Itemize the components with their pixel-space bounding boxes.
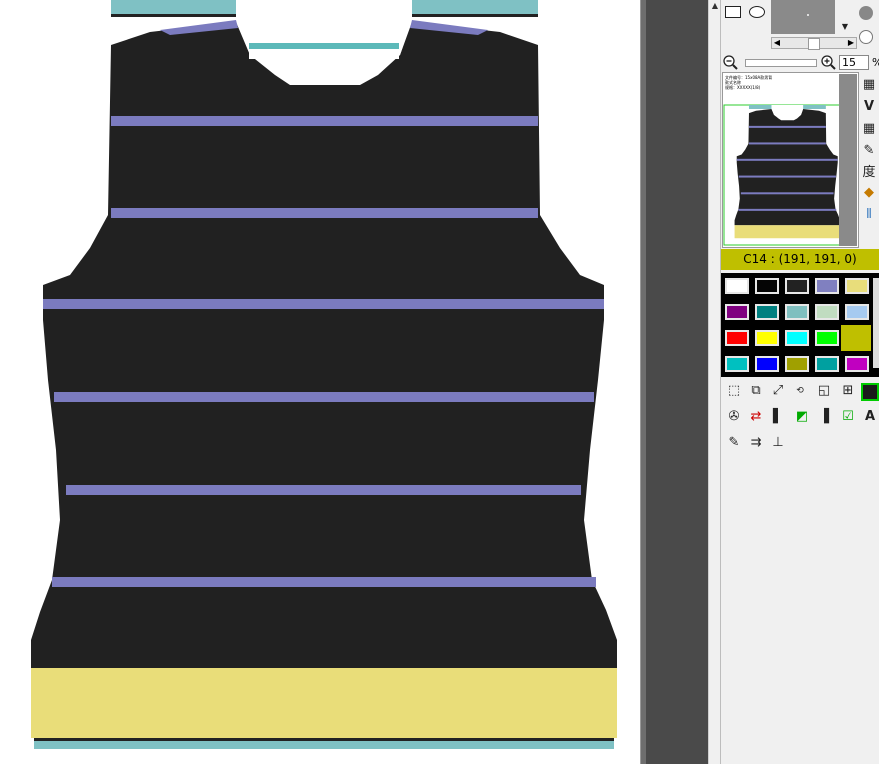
- brush-icon[interactable]: ✎: [860, 142, 878, 160]
- zoom-input[interactable]: 15: [839, 55, 869, 70]
- color-status-bar: C14 : (191, 191, 0): [721, 249, 879, 270]
- workspace-background: [646, 0, 708, 764]
- palette-swatch[interactable]: [785, 278, 809, 294]
- right-tool-panel: ▼ ◀ ▶ 15 % 文件编号：15x08A款男背 款式名称 规格：XXXXX(…: [721, 0, 879, 764]
- grid-split-icon[interactable]: ⊞: [839, 382, 857, 400]
- thumbnail-stripe-5: [740, 192, 834, 195]
- rotate-360-icon[interactable]: ⟲: [791, 382, 809, 400]
- palette-swatch[interactable]: [725, 278, 749, 294]
- pattern-preview-swatch[interactable]: [771, 0, 835, 34]
- color-fill-icon[interactable]: [861, 383, 879, 401]
- palette-swatch[interactable]: [815, 304, 839, 320]
- grid-icon[interactable]: ▦: [860, 76, 878, 94]
- thumbnail-stripe-6: [738, 208, 837, 211]
- stripe-4: [54, 392, 594, 402]
- zoom-controls: 15 %: [721, 54, 879, 72]
- palette-swatch[interactable]: [755, 330, 779, 346]
- hem-edge: [34, 738, 614, 741]
- bars-icon[interactable]: ⦀: [860, 206, 878, 224]
- stripe-2: [111, 208, 538, 218]
- paint-bucket-icon[interactable]: ✇: [725, 408, 743, 426]
- thumbnail-stripe-2: [748, 142, 826, 145]
- neck-trim-gap: [249, 49, 399, 59]
- scroll-up-arrow-icon[interactable]: ▲: [710, 0, 720, 12]
- pencil-erase-icon[interactable]: ◩: [793, 408, 811, 426]
- canvas-vertical-scrollbar[interactable]: ▲: [708, 0, 721, 764]
- palette-swatch[interactable]: [755, 356, 779, 372]
- palette-swatch[interactable]: [725, 356, 749, 372]
- degree-icon[interactable]: 度: [860, 164, 878, 182]
- resize-icon[interactable]: ⤢: [769, 382, 787, 400]
- thumbnail-stripe-3: [736, 158, 838, 161]
- column-mirror-icon[interactable]: ▐: [815, 408, 833, 426]
- radio-empty-icon[interactable]: [859, 30, 873, 44]
- radio-filled-icon[interactable]: [859, 6, 873, 20]
- edit-toolbar: ⬚ ⧉ ⤢ ⟲ ◱ ⊞ ✇ ⇄ ▌ ◩ ▐ ☑ A ✎ ⇉ ⊥: [721, 380, 879, 460]
- palette-swatch[interactable]: [725, 330, 749, 346]
- stripe-5: [66, 485, 581, 495]
- pattern-horizontal-slider[interactable]: ◀ ▶: [771, 37, 857, 50]
- stripe-3: [43, 299, 604, 309]
- flip-icon[interactable]: ◱: [815, 382, 833, 400]
- thumbnail-garment: [723, 104, 855, 246]
- thumbnail-hem: [734, 225, 841, 239]
- v-shape-icon[interactable]: V: [860, 98, 878, 116]
- zoom-out-icon[interactable]: [723, 55, 739, 71]
- brush-small-icon[interactable]: ✎: [725, 434, 743, 452]
- thumbnail-stripe-4: [738, 175, 836, 178]
- palette-swatch[interactable]: [755, 278, 779, 294]
- palette-swatch[interactable]: [815, 278, 839, 294]
- ellipse-shape-icon[interactable]: [749, 6, 765, 18]
- slider-thumb[interactable]: [808, 38, 820, 50]
- move-row-icon[interactable]: ⇉: [747, 434, 765, 452]
- palette-swatch[interactable]: [815, 330, 839, 346]
- shield-icon[interactable]: ◆: [860, 184, 878, 202]
- color-palette: [721, 273, 879, 377]
- palette-swatch[interactable]: [785, 330, 809, 346]
- neck-trim: [249, 43, 399, 49]
- palette-scrollbar[interactable]: [873, 278, 879, 368]
- replace-color-icon[interactable]: ⇄: [747, 408, 765, 426]
- chevron-left-icon[interactable]: ◀: [772, 38, 782, 48]
- thumbnail-scrollbar[interactable]: [839, 74, 857, 246]
- side-toolbar: ▦ V ▦ ✎ 度 ◆ ⦀: [860, 72, 879, 232]
- hem-band: [31, 668, 617, 738]
- color-status-text: C14 : (191, 191, 0): [743, 252, 857, 266]
- palette-swatch[interactable]: [785, 356, 809, 372]
- thumbnail-stripe-1: [748, 125, 826, 128]
- select-arrow-icon[interactable]: ⬚: [725, 382, 743, 400]
- zoom-slider[interactable]: [745, 59, 817, 67]
- stripe-6: [52, 577, 596, 587]
- palette-swatch[interactable]: [845, 304, 869, 320]
- grid-small-icon[interactable]: ▦: [860, 120, 878, 138]
- zoom-unit: %: [872, 56, 879, 69]
- palette-swatch[interactable]: [815, 356, 839, 372]
- palette-swatch[interactable]: [845, 356, 869, 372]
- tree-icon[interactable]: ⊥: [769, 434, 787, 452]
- column-icon[interactable]: ▌: [769, 408, 787, 426]
- palette-swatch[interactable]: [725, 304, 749, 320]
- copy-region-icon[interactable]: ⧉: [747, 382, 765, 400]
- stripe-1: [111, 116, 538, 126]
- garment-drawing[interactable]: [0, 0, 640, 764]
- bottom-rib: [34, 741, 614, 749]
- zoom-in-icon[interactable]: [821, 55, 837, 71]
- design-canvas[interactable]: [0, 0, 640, 764]
- palette-swatch[interactable]: [845, 278, 869, 294]
- palette-swatch[interactable]: [785, 304, 809, 320]
- rectangle-shape-icon[interactable]: [725, 6, 741, 18]
- chevron-right-icon[interactable]: ▶: [846, 38, 856, 48]
- palette-swatch[interactable]: [755, 304, 779, 320]
- text-tool-icon[interactable]: A: [861, 408, 879, 426]
- chevron-down-icon[interactable]: ▼: [837, 20, 853, 34]
- check-grid-icon[interactable]: ☑: [839, 408, 857, 426]
- palette-swatch[interactable]: [841, 325, 871, 351]
